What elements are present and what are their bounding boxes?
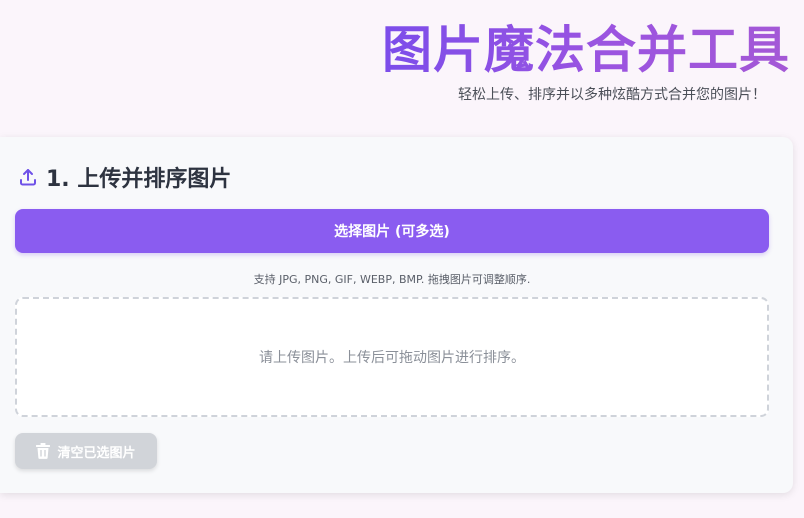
drop-zone-placeholder: 请上传图片。上传后可拖动图片进行排序。 <box>259 350 525 366</box>
clear-button-label: 清空已选图片 <box>57 445 136 461</box>
image-drop-zone[interactable]: 请上传图片。上传后可拖动图片进行排序。 <box>15 297 769 417</box>
page-header: 图片魔法合并工具 轻松上传、排序并以多种炫酷方式合并您的图片！ <box>0 0 804 120</box>
trash-icon <box>36 443 51 459</box>
file-format-hint: 支持 JPG, PNG, GIF, WEBP, BMP. 拖拽图片可调整顺序. <box>253 273 531 286</box>
app-title: 图片魔法合并工具 <box>382 18 790 82</box>
app-subtitle: 轻松上传、排序并以多种炫酷方式合并您的图片！ <box>458 87 766 103</box>
section-heading: 1. 上传并排序图片 <box>18 162 231 192</box>
select-images-button[interactable]: 选择图片 (可多选) <box>15 209 769 253</box>
clear-images-button[interactable]: 清空已选图片 <box>15 433 157 469</box>
section-title: 1. 上传并排序图片 <box>46 167 232 192</box>
upload-icon <box>18 167 38 187</box>
upload-card: 1. 上传并排序图片 选择图片 (可多选) 支持 JPG, PNG, GIF, … <box>0 137 793 493</box>
